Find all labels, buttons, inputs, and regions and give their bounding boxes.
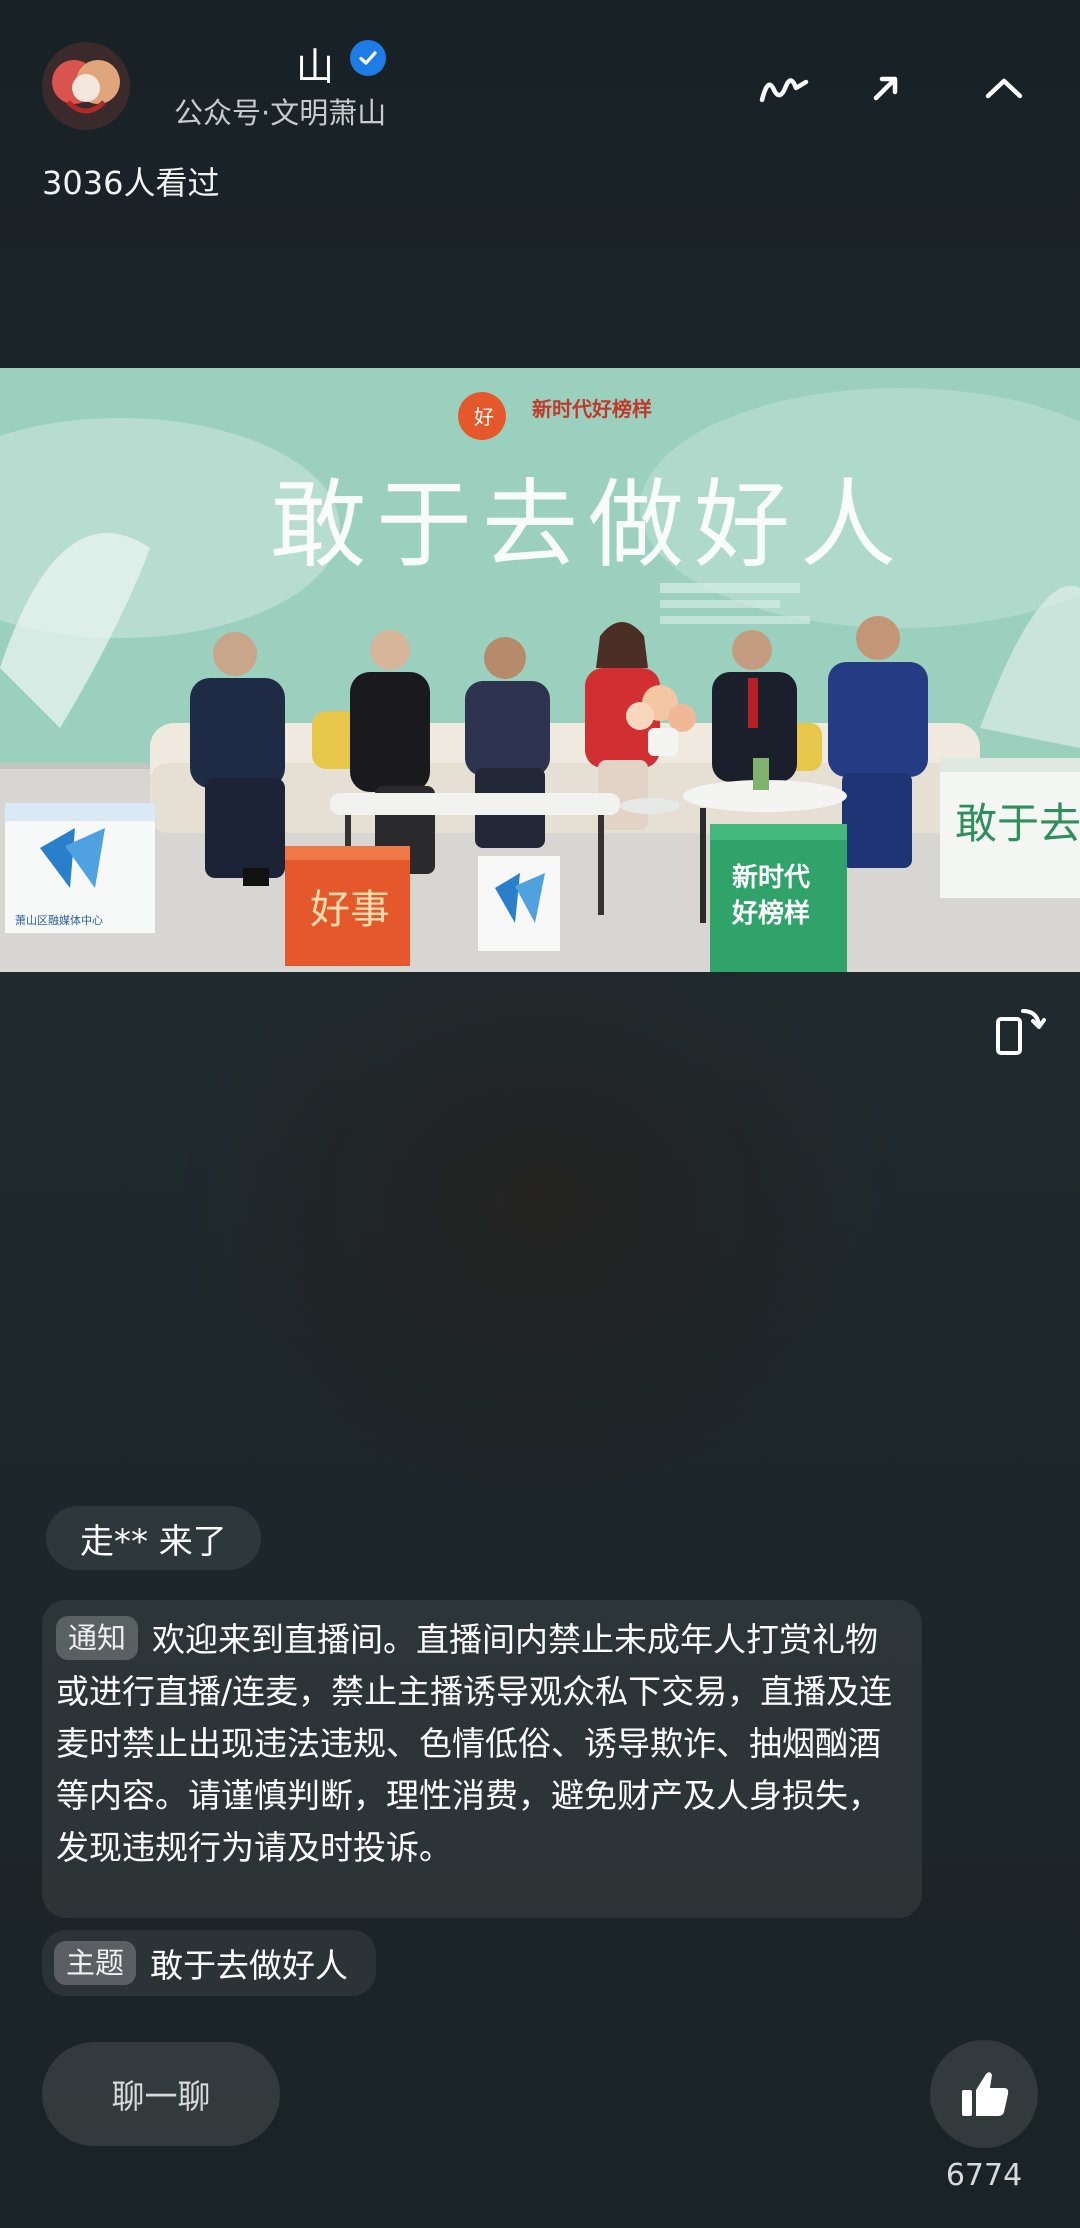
cube-left: 萧山区融媒体中心: [5, 803, 155, 933]
channel-account-label: 公众号·文明萧山: [174, 96, 387, 130]
notice-message: 通知 欢迎来到直播间。直播间内禁止未成年人打赏礼物或进行直播/连麦，禁止主播诱导观…: [42, 1600, 922, 1918]
share-arrow-icon[interactable]: [858, 64, 914, 112]
topic-text: 敢于去做好人: [150, 1946, 349, 1985]
cube-green-line1: 新时代: [732, 862, 810, 893]
avatar-logo-icon: [42, 42, 130, 130]
like-button[interactable]: [930, 2040, 1038, 2148]
live-video-player[interactable]: 好 新时代好榜样 敢于去做好人 萧山区融媒体中心 好事 新时代 好榜样 敢于去: [0, 368, 1080, 972]
topic-tag: 主题: [54, 1941, 137, 1985]
thumbs-up-icon: [962, 2072, 1009, 2116]
notice-body: 通知 欢迎来到直播间。直播间内禁止未成年人打赏礼物或进行直播/连麦，禁止主播诱导观…: [56, 1614, 908, 1874]
collapse-chevron-icon[interactable]: [976, 64, 1032, 112]
verified-badge-icon: [350, 40, 386, 76]
chat-input-button[interactable]: 聊一聊: [42, 2042, 280, 2146]
svg-text:好: 好: [474, 405, 494, 429]
like-count: 6774: [945, 2158, 1023, 2193]
video-frame-scene: 好 新时代好榜样 敢于去做好人 萧山区融媒体中心 好事 新时代 好榜样 敢于去: [0, 368, 1080, 972]
view-count: 3036人看过: [42, 164, 220, 202]
banner-calligraphy-title: 敢于去做好人: [270, 469, 906, 581]
topic-message: 主题 敢于去做好人: [42, 1930, 377, 1996]
channel-avatar[interactable]: [42, 42, 130, 130]
join-message: 走** 来了: [46, 1506, 261, 1570]
rotate-screen-button[interactable]: [990, 1000, 1050, 1060]
channel-name[interactable]: 山: [296, 36, 334, 91]
squiggle-icon[interactable]: [756, 64, 812, 112]
cube-green: 新时代 好榜样: [710, 824, 847, 972]
cube-white: [478, 856, 560, 951]
rotate-screen-icon: [996, 1009, 1046, 1055]
cube-right-calligraphy: 敢于去做好人: [955, 799, 1080, 848]
live-header: 山 公众号·文明萧山 3036人看过: [0, 0, 1080, 202]
cube-orange: 好事: [285, 846, 410, 966]
notice-tag: 通知: [56, 1616, 139, 1660]
cube-right: 敢于去做好人: [940, 758, 1080, 898]
cube-green-line2: 好榜样: [731, 898, 810, 929]
svg-text:萧山区融媒体中心: 萧山区融媒体中心: [15, 913, 103, 927]
banner-badge-text: 新时代好榜样: [532, 397, 652, 421]
notice-text: 欢迎来到直播间。直播间内禁止未成年人打赏礼物或进行直播/连麦，禁止主播诱导观众私…: [56, 1620, 893, 1867]
svg-text:好事: 好事: [310, 887, 390, 933]
